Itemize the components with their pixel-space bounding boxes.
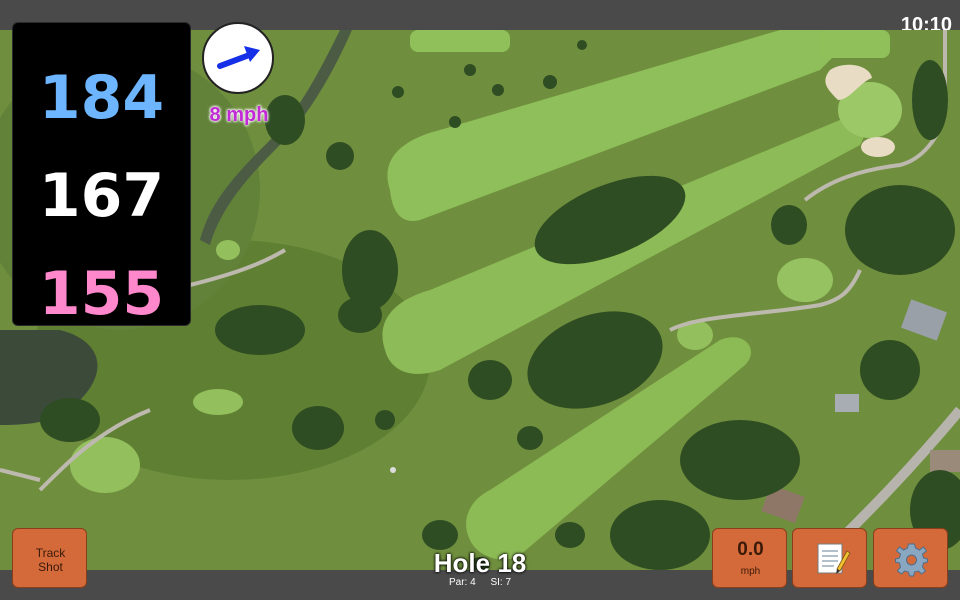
notepad-icon	[817, 543, 851, 574]
wind-direction-arrow-icon	[217, 46, 260, 69]
wind-speed: 8 mph	[209, 104, 269, 126]
hole-title: Hole 18	[433, 548, 527, 578]
notes-button[interactable]	[792, 528, 867, 588]
speed-button[interactable]: 0.0 mph	[712, 528, 787, 588]
speed-value: 0.0	[737, 539, 764, 560]
yardage-panel: 184 167 155	[12, 22, 191, 329]
hole-info: Par: 4 SI: 7	[380, 577, 580, 588]
middle-yardage: 167	[38, 161, 165, 231]
wind-indicator	[202, 22, 274, 94]
track-shot-label-line2: Shot	[38, 560, 63, 574]
hole-stroke-index: SI: 7	[490, 577, 512, 588]
front-yardage: 155	[38, 259, 165, 329]
settings-button[interactable]	[873, 528, 948, 588]
gear-icon	[895, 543, 928, 577]
hole-par: Par: 4	[448, 577, 476, 588]
speed-unit: mph	[740, 566, 761, 577]
back-yardage: 184	[38, 63, 165, 133]
track-shot-label-line1: Track	[35, 546, 66, 560]
track-shot-button[interactable]: Track Shot	[12, 528, 87, 588]
